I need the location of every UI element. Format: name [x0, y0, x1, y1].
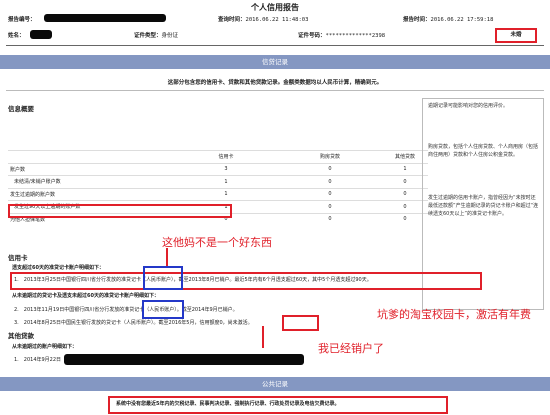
side-note-overdue-cards: 发生过逾期的信用卡账户，指曾经因为“未按时还最低还款额”产生逾期记录的贷记卡账户…: [428, 195, 539, 217]
annotation-cancelled: 我已经销户了: [318, 342, 384, 355]
side-note-overdue: 逾期记录可能影响对您的信用评价。: [428, 103, 509, 109]
table-header-row: 信用卡 购房贷款 其他贷款: [8, 150, 428, 163]
section-bar-credit: 信贷记录: [0, 55, 550, 69]
no-overdue-heading: 从未逾期过的贷记卡及透支未超过60天的准贷记卡账户明细如下：: [12, 293, 159, 299]
marital-status: 未婚: [495, 28, 537, 43]
overdue-cards-heading: 透支超过60天的准贷记卡账户明细如下：: [12, 265, 104, 271]
report-no-label: 报告编号：: [8, 17, 36, 23]
other-loan-item: 1. 2014年9月22日: [14, 357, 62, 363]
highlight-not-activated: [282, 315, 319, 331]
header-divider: [6, 45, 544, 46]
redacted-name: [30, 30, 52, 39]
col-mortgage: 购房贷款: [278, 150, 382, 163]
card-item-2: 2. 2013年11月19日中国银行四川省分行发放的准贷记卡（人民币账户）。截至…: [14, 307, 238, 313]
table-row: 发生过逾期的账户数 1 0 0: [8, 187, 428, 201]
annotation-arrow-1: [166, 248, 168, 268]
table-row: 账户数 3 0 1: [8, 162, 428, 176]
side-note-mortgage: 购房贷款，包括个人住房贷款、个人商用房（包括商住两用）贷款和个人住房公积金贷款。: [428, 144, 539, 158]
report-title: 个人信用报告: [251, 3, 299, 12]
redacted-loan-details: [64, 354, 304, 365]
annotation-not-good-thing: 这他妈不是一个好东西: [162, 236, 272, 249]
overdue-card-item: 1. 2013年3月25日中国银行四川省分行发放的准贷记卡（人民币账户），截至2…: [14, 277, 372, 283]
annotation-taobao-card: 坑爹的淘宝校园卡，激活有年费: [377, 308, 531, 321]
credit-section-note: 这部分包含您的信用卡、贷款和其他贷款记录。金额类数据均以人民币计算，精确到元。: [167, 80, 383, 86]
other-loans-subheading: 从未逾期过的账户明细如下：: [12, 344, 78, 350]
highlight-90day-overdue: [8, 204, 232, 218]
card-item-3: 3. 2014年8月25日中国民生银行发放的贷记卡（人民币账户）。截至2016年…: [14, 320, 253, 326]
id-number: 证件号码：**************2398: [298, 33, 386, 39]
name-label: 姓名：: [8, 33, 25, 39]
highlight-quasi-credit-card-2: [142, 300, 184, 319]
overview-heading: 信息概要: [8, 105, 34, 113]
other-loans-heading: 其他贷款: [8, 332, 34, 340]
note-divider: [6, 90, 544, 91]
id-type: 证件类型：身份证: [134, 33, 179, 39]
table-row: 未结清/未销户账户数 1 0 0: [8, 175, 428, 188]
redacted-report-no: [44, 14, 166, 22]
public-records-note: 系统中没有您最近5年内的欠税记录、民事判决记录、强制执行记录、行政处罚记录及电信…: [116, 401, 340, 407]
annotation-arrow-3: [262, 326, 264, 348]
col-credit-card: 信用卡: [174, 150, 278, 163]
report-time: 报告时间：2016.06.22 17:59:18: [403, 17, 494, 23]
credit-card-heading: 信用卡: [8, 254, 28, 262]
section-bar-public: 公共记录: [0, 377, 550, 391]
highlight-quasi-credit-card-1: [143, 266, 183, 290]
query-time: 查询时间：2016.06.22 11:48:03: [218, 17, 309, 23]
